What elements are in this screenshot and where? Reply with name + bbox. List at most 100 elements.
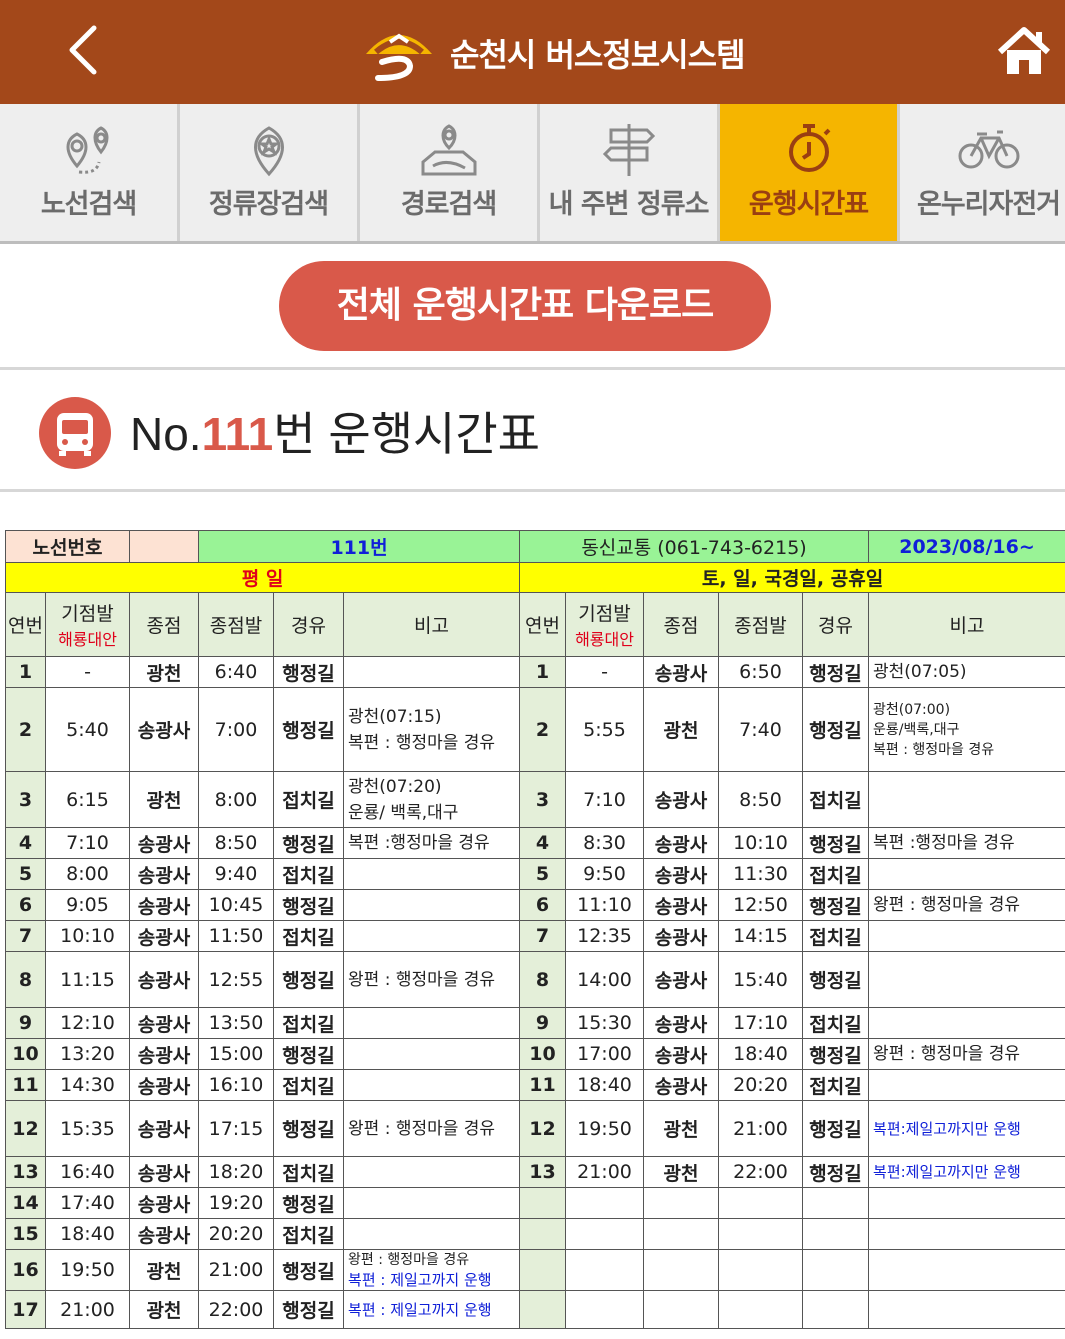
table-row: 1- 광천 6:40 행정길 1- 송광사 6:50 행정길 광천(07:05) <box>5 656 1065 688</box>
col-no: 연번 <box>5 592 46 657</box>
tab-label: 운행시간표 <box>748 189 869 220</box>
weekday-cell-no: 6 <box>5 889 46 921</box>
holiday-cell-dep <box>718 1218 804 1250</box>
holiday-cell-note <box>868 858 1065 890</box>
holiday-cell-dep: 7:40 <box>718 687 804 772</box>
tab-stop-search[interactable]: 정류장검색 <box>180 104 360 241</box>
tab-label: 경로검색 <box>400 189 497 220</box>
weekday-cell-via: 행정길 <box>273 1100 345 1157</box>
weekday-cell-start: 7:10 <box>44 827 131 859</box>
weekday-cell-no: 5 <box>5 858 46 890</box>
route-value: 111번 <box>198 530 521 563</box>
note-line: 복편:제일고까지만 운행 <box>873 1163 1021 1181</box>
back-arrow-icon[interactable] <box>58 22 114 78</box>
bicycle-icon <box>958 130 1019 169</box>
note-line: 왕편 : 행정마을 경유 <box>348 969 496 990</box>
weekday-cell-no: 16 <box>5 1249 46 1291</box>
tab-path-search[interactable]: 경로검색 <box>360 104 540 241</box>
weekday-cell-note: 광천(07:15) 복편 : 행정마을 경유 <box>343 687 521 772</box>
holiday-cell-via: 행정길 <box>802 1100 870 1157</box>
holiday-cell-no <box>519 1218 567 1250</box>
holiday-cell-note <box>868 1069 1065 1101</box>
holiday-cell-start: 17:00 <box>565 1038 645 1070</box>
col-via: 경유 <box>802 592 870 657</box>
divider <box>0 367 1065 370</box>
col-end: 종점 <box>643 592 720 657</box>
weekday-cell-end: 송광사 <box>129 687 200 772</box>
download-timetable-button[interactable]: 전체 운행시간표 다운로드 <box>279 261 771 351</box>
tab-timetable[interactable]: 운행시간표 <box>720 104 900 241</box>
weekday-cell-end: 송광사 <box>129 1100 200 1157</box>
holiday-cell-via <box>802 1290 870 1329</box>
weekday-cell-end: 송광사 <box>129 1218 200 1250</box>
table-row: 16 19:50 광천 21:00 행정길 왕편 : 행정마을 경유 복편 : 제일고까지 … <box>5 1249 1065 1291</box>
weekday-cell-note: 왕편 : 행정마을 경유 <box>343 951 521 1008</box>
weekday-cell-start: 10:10 <box>44 920 131 952</box>
holiday-cell-end: 송광사 <box>643 771 720 828</box>
table-row: 9 12:10 송광사 13:50 접치길 9 15:30 송광사 17:10 접치길 <box>5 1007 1065 1039</box>
weekday-cell-no: 11 <box>5 1069 46 1101</box>
holiday-cell-end: 광천 <box>643 1100 720 1157</box>
note-line: 복편:제일고까지만 운행 <box>873 1119 1021 1138</box>
holiday-cell-dep <box>718 1249 804 1291</box>
col-start: 기점발 해룡대안 <box>565 592 645 657</box>
weekday-cell-note <box>343 1007 521 1039</box>
holiday-cell-via <box>802 1249 870 1291</box>
weekday-cell-no: 4 <box>5 827 46 859</box>
col-via: 경유 <box>273 592 345 657</box>
note-line: 운룡/ 백록,대구 <box>348 802 459 823</box>
stop-pin-icon <box>253 126 284 177</box>
weekday-cell-note: 광천(07:20) 운룡/ 백록,대구 <box>343 771 521 828</box>
holiday-cell-start: - <box>565 656 645 688</box>
tab-label: 정류장검색 <box>208 189 329 220</box>
weekday-label: 평 일 <box>4 562 521 593</box>
weekday-cell-dep: 6:40 <box>198 656 275 688</box>
holiday-cell-note: 복편:제일고까지만 운행 <box>868 1100 1065 1157</box>
divider <box>0 489 1065 492</box>
table-row: 2 5:40 송광사 7:00 행정길 광천(07:15) 복편 : 행정마을 경유 2 5:5… <box>5 687 1065 772</box>
home-icon[interactable] <box>996 26 1052 78</box>
holiday-cell-dep: 21:00 <box>718 1100 804 1157</box>
app-header: 순천시 버스정보시스템 <box>0 0 1065 104</box>
weekday-cell-via: 접치길 <box>273 1156 345 1188</box>
holiday-cell-no: 9 <box>519 1007 567 1039</box>
holiday-cell-no: 11 <box>519 1069 567 1101</box>
weekday-cell-note: 복편 :행정마을 경유 <box>343 827 521 859</box>
weekday-cell-no: 10 <box>5 1038 46 1070</box>
tab-route-search[interactable]: 노선검색 <box>0 104 180 241</box>
holiday-cell-end: 송광사 <box>643 920 720 952</box>
holiday-cell-dep: 14:15 <box>718 920 804 952</box>
holiday-cell-dep: 8:50 <box>718 771 804 828</box>
weekday-cell-dep: 8:50 <box>198 827 275 859</box>
tab-bicycle[interactable]: 온누리자전거 <box>900 104 1065 241</box>
tab-nearby-stops[interactable]: 내 주변 정류소 <box>540 104 720 241</box>
weekday-cell-via: 행정길 <box>273 1249 345 1291</box>
weekday-cell-note: 복편 : 제일고까지 운행 <box>343 1290 521 1329</box>
page-title: No.111번 운행시간표 <box>130 398 540 464</box>
weekday-cell-note <box>343 1187 521 1219</box>
weekday-cell-no: 14 <box>5 1187 46 1219</box>
holiday-cell-no: 2 <box>519 687 567 772</box>
col-start: 기점발 해룡대안 <box>44 592 131 657</box>
holiday-cell-no: 6 <box>519 889 567 921</box>
holiday-cell-no: 3 <box>519 771 567 828</box>
weekday-cell-start: - <box>44 656 131 688</box>
holiday-cell-end <box>643 1290 720 1329</box>
weekday-cell-dep: 10:45 <box>198 889 275 921</box>
weekday-cell-via: 행정길 <box>273 951 345 1008</box>
holiday-cell-dep: 11:30 <box>718 858 804 890</box>
weekday-cell-no: 3 <box>5 771 46 828</box>
holiday-cell-via <box>802 1187 870 1219</box>
table-row: 17 21:00 광천 22:00 행정길 복편 : 제일고까지 운행 <box>5 1290 1065 1329</box>
map-route-icon <box>421 124 476 176</box>
route-label-blank <box>129 530 200 563</box>
holiday-cell-via: 행정길 <box>802 951 870 1008</box>
weekday-cell-end: 송광사 <box>129 1038 200 1070</box>
weekday-cell-start: 12:10 <box>44 1007 131 1039</box>
holiday-cell-start <box>565 1249 645 1291</box>
weekday-cell-note: 왕편 : 행정마을 경유 복편 : 제일고까지 운행 <box>343 1249 521 1291</box>
col-end-dep: 종점발 <box>198 592 275 657</box>
holiday-cell-no: 7 <box>519 920 567 952</box>
holiday-cell-via: 접치길 <box>802 771 870 828</box>
holiday-cell-start: 12:35 <box>565 920 645 952</box>
